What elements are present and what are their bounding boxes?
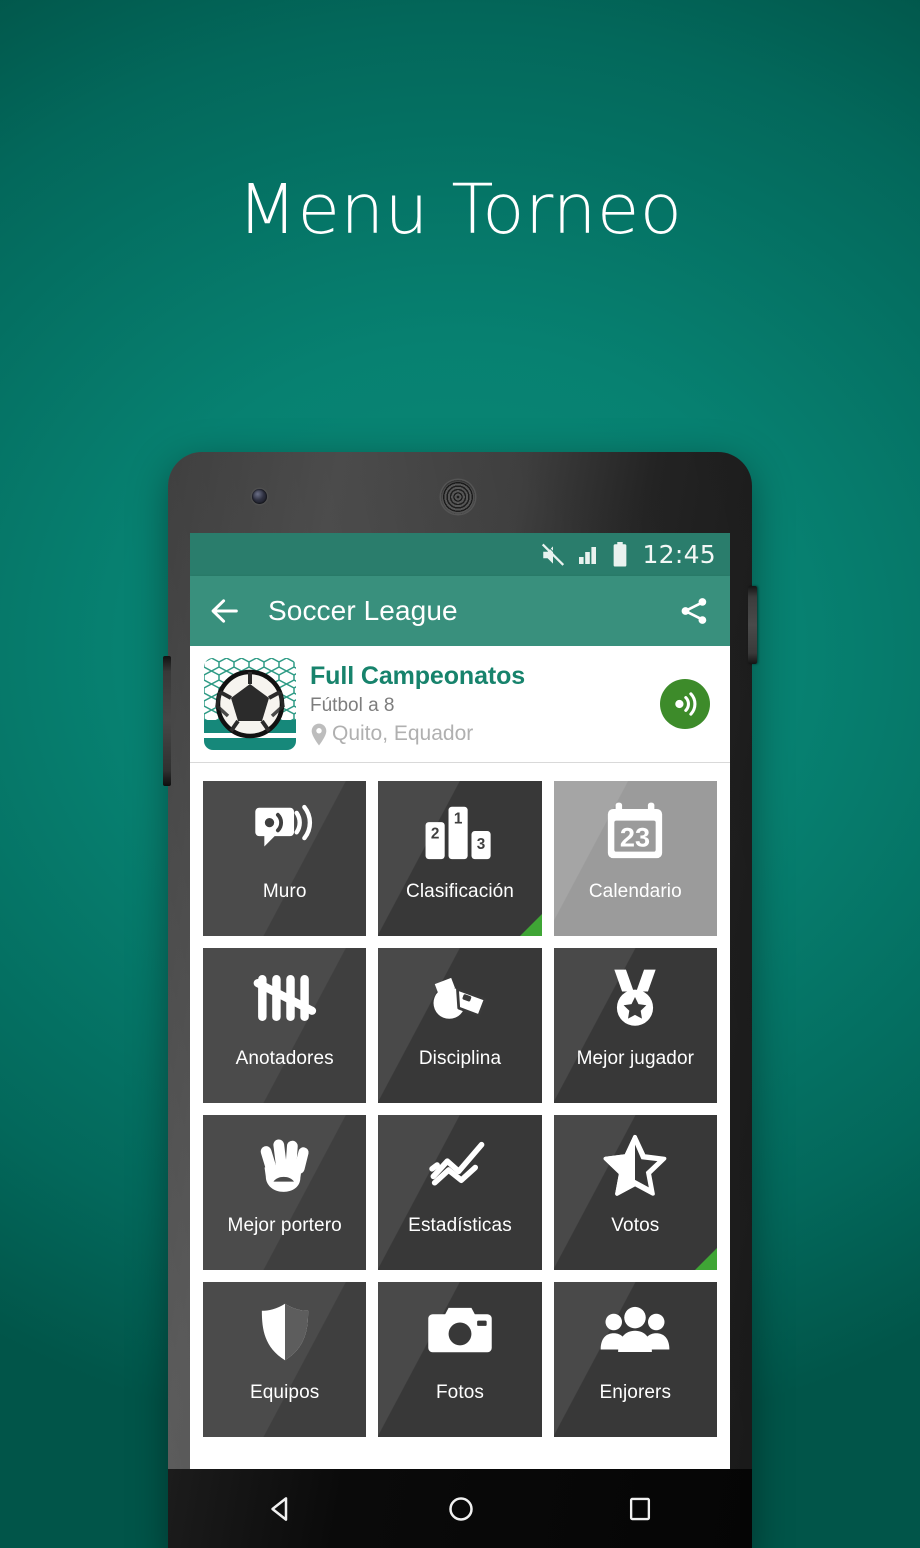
app-bar-title: Soccer League — [268, 595, 458, 626]
tournament-sport: Fútbol a 8 — [310, 695, 395, 716]
android-navigation-bar — [168, 1469, 752, 1548]
menu-tile-label: Clasificación — [406, 881, 514, 902]
back-arrow-icon[interactable] — [208, 594, 242, 628]
menu-tile-clasificacion[interactable]: 2 1 3 Clasificación — [378, 781, 542, 936]
shield-icon — [258, 1282, 312, 1382]
menu-grid: Muro 2 1 3 Clasificación 23 Calendario A… — [190, 763, 730, 1437]
mute-icon — [540, 542, 566, 568]
menu-tile-fotos[interactable]: Fotos — [378, 1282, 542, 1437]
menu-tile-label: Anotadores — [235, 1048, 334, 1069]
menu-tile-label: Mejor jugador — [576, 1048, 695, 1069]
grid-bottom-spacer — [190, 1437, 730, 1455]
goalkeeper-glove-icon — [253, 1115, 317, 1215]
menu-tile-label: Fotos — [435, 1382, 484, 1403]
tile-corner-badge — [519, 914, 542, 936]
menu-tile-estadisticas[interactable]: Estadísticas — [378, 1115, 542, 1270]
menu-tile-label: Calendario — [588, 881, 682, 902]
svg-text:1: 1 — [454, 810, 463, 827]
menu-tile-label: Equipos — [249, 1382, 320, 1403]
speech-broadcast-icon — [254, 781, 316, 881]
menu-tile-enjorers[interactable]: Enjorers — [553, 1282, 717, 1437]
svg-text:3: 3 — [477, 836, 486, 853]
menu-tile-muro[interactable]: Muro — [203, 781, 367, 936]
calendar-icon: 23 — [604, 781, 666, 881]
page-title: Menu Torneo — [237, 170, 683, 250]
tally-marks-icon — [253, 948, 317, 1048]
svg-text:2: 2 — [431, 826, 440, 843]
menu-tile-label: Estadísticas — [408, 1215, 512, 1236]
screenshot-stage: Menu Torneo 12:45 Soccer League Full Cam… — [0, 0, 920, 1548]
broadcast-icon[interactable] — [660, 679, 710, 729]
share-icon[interactable] — [678, 595, 710, 627]
menu-tile-equipos[interactable]: Equipos — [203, 1282, 367, 1437]
app-bar: Soccer League — [190, 576, 730, 646]
menu-tile-label: Enjorers — [599, 1382, 672, 1403]
nav-back-triangle-icon[interactable] — [266, 1494, 296, 1524]
menu-tile-disciplina[interactable]: Disciplina — [378, 948, 542, 1103]
front-camera-icon — [252, 489, 267, 504]
power-button[interactable] — [748, 586, 757, 664]
podium-icon: 2 1 3 — [423, 781, 497, 881]
tournament-card[interactable]: Full Campeonatos Fútbol a 8 Quito, Equad… — [190, 646, 730, 763]
nav-home-circle-icon[interactable] — [446, 1494, 476, 1524]
tile-corner-badge — [694, 1248, 717, 1270]
menu-tile-label: Muro — [262, 881, 307, 902]
menu-tile-label: Votos — [611, 1215, 660, 1236]
phone-screen: 12:45 Soccer League Full Campeonatos Fút… — [190, 533, 730, 1469]
signal-bars-icon — [576, 543, 600, 567]
volume-rocker-button[interactable] — [163, 656, 171, 786]
whistle-icon — [427, 948, 493, 1048]
status-bar: 12:45 — [190, 533, 730, 576]
status-bar-clock: 12:45 — [642, 540, 716, 569]
menu-tile-label: Disciplina — [418, 1048, 502, 1069]
menu-tile-label: Mejor portero — [227, 1215, 342, 1236]
line-chart-icon — [427, 1115, 493, 1215]
menu-tile-mejor-jugador[interactable]: Mejor jugador — [553, 948, 717, 1103]
medal-icon — [606, 948, 664, 1048]
people-group-icon — [600, 1282, 670, 1382]
battery-icon — [610, 542, 630, 567]
menu-tile-mejor-portero[interactable]: Mejor portero — [203, 1115, 367, 1270]
tournament-info: Full Campeonatos Fútbol a 8 Quito, Equad… — [310, 661, 660, 747]
menu-tile-calendario[interactable]: 23 Calendario — [553, 781, 717, 936]
svg-text:23: 23 — [620, 822, 650, 853]
tournament-location: Quito, Equador — [332, 722, 474, 745]
menu-tile-anotadores[interactable]: Anotadores — [203, 948, 367, 1103]
tournament-location-row: Quito, Equador — [310, 721, 660, 747]
menu-tile-votos[interactable]: Votos — [553, 1115, 717, 1270]
earpiece-speaker-icon — [441, 480, 475, 514]
soccer-ball-logo — [204, 658, 296, 750]
camera-icon — [427, 1282, 493, 1382]
half-star-icon — [603, 1115, 667, 1215]
map-pin-icon — [310, 723, 328, 746]
tournament-name: Full Campeonatos — [310, 662, 526, 690]
nav-recents-square-icon[interactable] — [626, 1495, 654, 1523]
